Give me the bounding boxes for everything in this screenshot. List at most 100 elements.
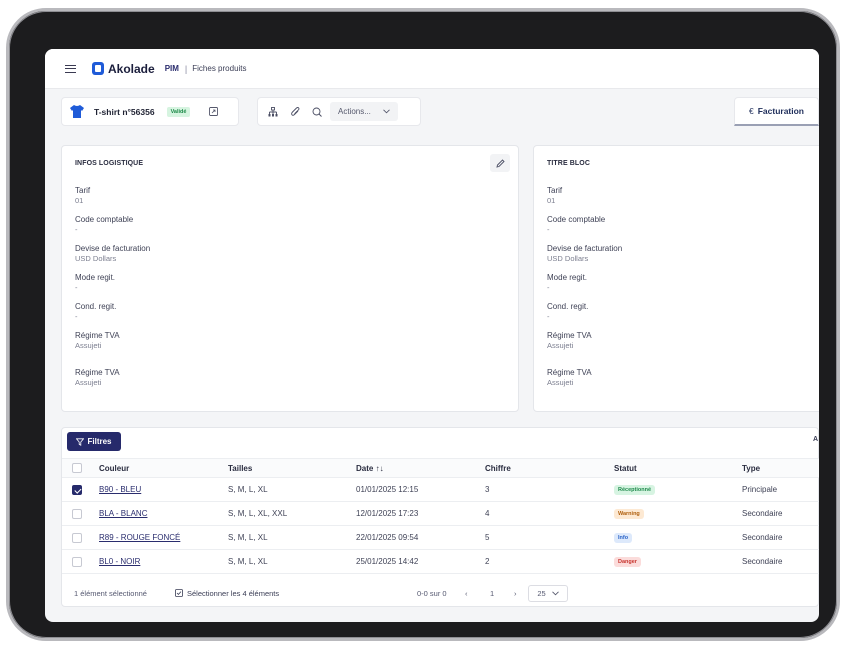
column-header-chiffre[interactable]: Chiffre: [485, 459, 511, 477]
type-cell: Principale: [742, 485, 778, 494]
select-all-label: Sélectionner les 4 éléments: [187, 588, 280, 598]
select-all-link[interactable]: Sélectionner les 4 éléments: [175, 580, 279, 606]
variants-table: Filtres A Couleur Tailles Date ↑↓ Chiffr…: [61, 427, 819, 607]
breadcrumb-separator: |: [184, 63, 188, 74]
brand-name: Akolade: [108, 61, 155, 76]
column-header-type[interactable]: Type: [742, 459, 760, 477]
filters-button[interactable]: Filtres: [67, 432, 121, 451]
tab-facturation[interactable]: € Facturation: [734, 97, 819, 126]
expand-icon[interactable]: [204, 103, 222, 121]
field-cond-regit: Cond. regit. -: [75, 302, 117, 321]
chevron-down-icon: [551, 591, 559, 596]
chiffre-cell: 2: [485, 557, 490, 566]
table-row[interactable]: BL0 - NOIR S, M, L, XL 25/01/2025 14:42 2 Da…: [62, 550, 819, 574]
date-cell: 25/01/2025 14:42: [356, 557, 419, 566]
table-row[interactable]: R89 - ROUGE FONCÉ S, M, L, XL 22/01/2025 0…: [62, 526, 819, 550]
filters-label: Filtres: [87, 437, 112, 446]
tablet-frame: Akolade PIM | Fiches produits T-shirt n°…: [6, 8, 840, 641]
product-header: T-shirt n°56356 Validé: [61, 97, 239, 126]
row-checkbox[interactable]: [72, 556, 82, 567]
app-screen: Akolade PIM | Fiches produits T-shirt n°…: [45, 49, 819, 622]
akolade-logo-icon: [92, 62, 104, 75]
couleur-link[interactable]: BL0 - NOIR: [99, 557, 140, 566]
tailles-cell: S, M, L, XL: [228, 557, 268, 566]
field-mode-regit: Mode regit. -: [75, 273, 116, 292]
status-badge: Warning: [614, 508, 644, 519]
logistics-card: INFOS LOGISTIQUE Tarif 01 Code comptable -…: [61, 145, 519, 412]
actions-label: Actions...: [338, 107, 371, 116]
menu-icon[interactable]: [65, 64, 76, 73]
select-all-checkbox[interactable]: [72, 463, 82, 473]
comment-search-icon[interactable]: [308, 103, 326, 121]
field-mode-regit: Mode regit. -: [547, 273, 588, 292]
euro-icon: €: [748, 106, 754, 116]
toolbar-right-button[interactable]: A: [813, 436, 818, 443]
couleur-link[interactable]: BLA - BLANC: [99, 509, 147, 518]
field-tarif: Tarif 01: [75, 186, 91, 205]
actions-toolbar: Actions...: [257, 97, 421, 126]
status-badge: Info: [614, 532, 633, 543]
title-block-card-title: TITRE BLOC: [547, 160, 590, 167]
hierarchy-icon[interactable]: [264, 103, 282, 121]
field-code-comptable: Code comptable -: [75, 215, 134, 234]
date-cell: 22/01/2025 09:54: [356, 533, 419, 542]
prev-page-icon[interactable]: ‹: [465, 580, 468, 606]
tailles-cell: S, M, L, XL: [228, 533, 268, 542]
field-regime-tva: Régime TVA Assujeti: [547, 331, 592, 350]
paperclip-icon[interactable]: [286, 103, 304, 121]
type-cell: Secondaire: [742, 557, 783, 566]
date-cell: 01/01/2025 12:15: [356, 485, 419, 494]
checkbox-outline-icon: [175, 589, 183, 597]
logistics-card-title: INFOS LOGISTIQUE: [75, 160, 144, 167]
actions-dropdown[interactable]: Actions...: [330, 102, 398, 121]
table-footer: 1 élément sélectionné Sélectionner les 4…: [62, 580, 819, 606]
field-regime-tva-2: Régime TVA Assujeti: [547, 368, 592, 387]
table-header: Couleur Tailles Date ↑↓ Chiffre Statut T…: [62, 458, 819, 478]
selection-count: 1 élément sélectionné: [74, 588, 147, 598]
chiffre-cell: 4: [485, 509, 490, 518]
next-page-icon[interactable]: ›: [514, 580, 517, 606]
field-devise: Devise de facturation USD Dollars: [75, 244, 151, 263]
field-code-comptable: Code comptable -: [547, 215, 606, 234]
status-badge: Danger: [614, 556, 641, 567]
field-regime-tva: Régime TVA Assujeti: [75, 331, 120, 350]
filter-icon: [76, 437, 85, 446]
status-badge: Validé: [166, 106, 191, 117]
table-row[interactable]: BLA - BLANC S, M, L, XL, XXL 12/01/2025 17…: [62, 502, 819, 526]
table-row[interactable]: B90 - BLEU S, M, L, XL 01/01/2025 12:15 3 Ré…: [62, 478, 819, 502]
chiffre-cell: 5: [485, 533, 490, 542]
pencil-icon: [495, 158, 505, 168]
row-checkbox[interactable]: [72, 508, 82, 519]
pagination-range: 0-0 sur 0: [417, 588, 447, 598]
page-size-select[interactable]: 25: [528, 585, 568, 602]
field-cond-regit: Cond. regit. -: [547, 302, 589, 321]
column-header-tailles[interactable]: Tailles: [228, 459, 252, 477]
current-page[interactable]: 1: [490, 580, 494, 606]
row-checkbox[interactable]: [72, 484, 82, 495]
column-header-statut[interactable]: Statut: [614, 459, 637, 477]
type-cell: Secondaire: [742, 509, 783, 518]
module-name[interactable]: PIM: [165, 64, 179, 73]
tab-facturation-label: Facturation: [757, 106, 804, 116]
field-tarif: Tarif 01: [547, 186, 563, 205]
couleur-link[interactable]: B90 - BLEU: [99, 485, 141, 494]
product-title: T-shirt n°56356: [94, 106, 155, 117]
tailles-cell: S, M, L, XL: [228, 485, 268, 494]
couleur-link[interactable]: R89 - ROUGE FONCÉ: [99, 533, 180, 542]
column-header-couleur[interactable]: Couleur: [99, 459, 129, 477]
chevron-down-icon: [383, 109, 390, 114]
date-cell: 12/01/2025 17:23: [356, 509, 419, 518]
row-checkbox[interactable]: [72, 532, 82, 543]
breadcrumb-fiches-produits[interactable]: Fiches produits: [192, 64, 246, 73]
column-header-date[interactable]: Date ↑↓: [356, 459, 384, 477]
field-devise: Devise de facturation USD Dollars: [547, 244, 623, 263]
page-size-value: 25: [537, 589, 546, 598]
edit-button[interactable]: [490, 154, 510, 172]
tshirt-icon: [70, 105, 84, 118]
chiffre-cell: 3: [485, 485, 490, 494]
status-badge: Réceptionné: [614, 484, 656, 495]
tailles-cell: S, M, L, XL, XXL: [228, 509, 288, 518]
field-regime-tva-2: Régime TVA Assujeti: [75, 368, 120, 387]
title-block-card: TITRE BLOC Tarif 01 Code comptable - Devis…: [533, 145, 819, 412]
type-cell: Secondaire: [742, 533, 783, 542]
